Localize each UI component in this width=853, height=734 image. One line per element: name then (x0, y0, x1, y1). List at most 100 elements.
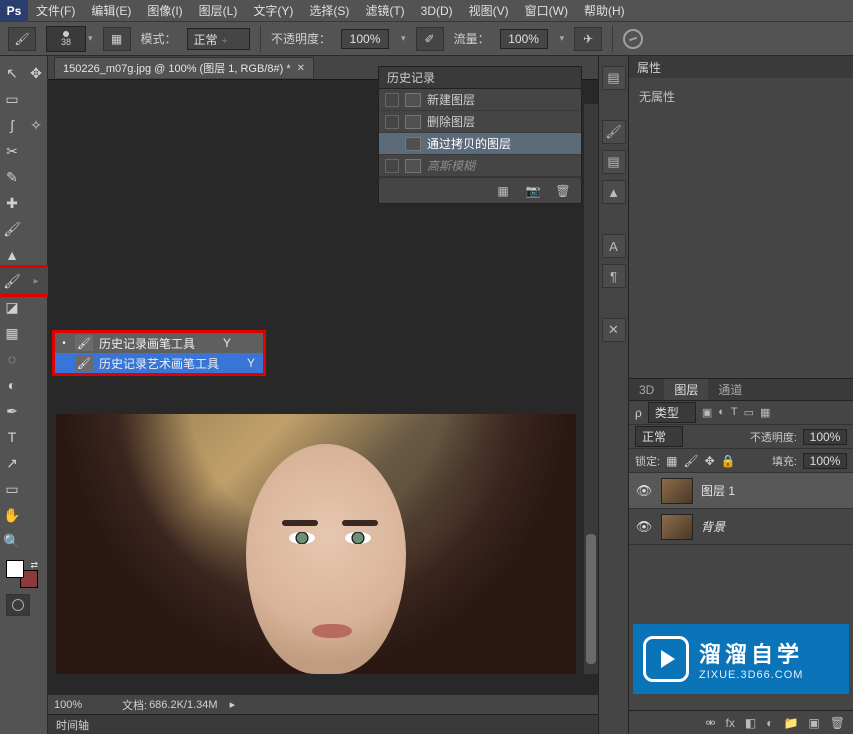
history-source-checkbox[interactable] (385, 159, 399, 173)
type-tool[interactable]: T (0, 424, 24, 450)
history-item[interactable]: 高斯模糊 (379, 155, 581, 177)
zoom-tool[interactable]: 🔍 (0, 528, 24, 554)
group-icon[interactable]: 📁 (783, 716, 798, 730)
pressure-opacity-icon[interactable]: ✐ (416, 27, 444, 51)
pen-tool[interactable]: ✒ (0, 398, 24, 424)
move-tool[interactable]: ↖ (0, 60, 24, 86)
marquee-tool[interactable]: ▭ (0, 86, 24, 112)
filter-adjust-icon[interactable]: ◐ (718, 406, 725, 419)
properties-tab[interactable]: 属性 (629, 56, 853, 78)
flyout-item-history-brush[interactable]: • 🖌 历史记录画笔工具 Y (55, 333, 263, 353)
lock-all-icon[interactable]: 🔒 (721, 454, 736, 468)
menu-view[interactable]: 视图(V) (461, 0, 517, 22)
history-brush-tool[interactable]: 🖌 (0, 268, 24, 294)
lock-brush-icon[interactable]: 🖌 (683, 454, 698, 468)
flyout-item-art-history-brush[interactable]: 🖌 历史记录艺术画笔工具 Y (55, 353, 263, 373)
timeline-panel[interactable]: 时间轴 (48, 714, 598, 734)
mask-icon[interactable]: ◧ (745, 716, 756, 730)
menu-3d[interactable]: 3D(D) (413, 0, 461, 22)
brushpresets-dock-icon[interactable]: ▤ (602, 150, 626, 174)
menu-image[interactable]: 图像(I) (139, 0, 190, 22)
shape-tool[interactable]: ▭ (0, 476, 24, 502)
lasso-tool[interactable]: ʃ (0, 112, 24, 138)
brush-preset[interactable]: 38 ▾ (46, 26, 93, 52)
artboard-tool[interactable]: ✥ (24, 60, 48, 86)
eyedropper-tool[interactable]: ✎ (0, 164, 24, 190)
layer-item[interactable]: 👁 图层 1 (629, 473, 853, 509)
delete-state-icon[interactable]: 🗑 (555, 184, 571, 198)
mode-select[interactable]: 正常 ÷ (187, 28, 250, 50)
foreground-color[interactable] (6, 560, 24, 578)
tool-preset-icon[interactable]: 🖌 (8, 27, 36, 51)
stamp-tool[interactable]: ▲ (0, 242, 24, 268)
zoom-value[interactable]: 100% (54, 699, 110, 711)
menu-file[interactable]: 文件(F) (28, 0, 83, 22)
swap-colors-icon[interactable]: ⇄ (30, 560, 38, 571)
menu-help[interactable]: 帮助(H) (576, 0, 633, 22)
close-tab-icon[interactable]: ✕ (297, 63, 305, 74)
filter-smart-icon[interactable]: ▦ (760, 406, 770, 419)
wand-tool[interactable]: ✧ (24, 112, 48, 138)
brush-dock-icon[interactable]: 🖌 (602, 120, 626, 144)
menu-select[interactable]: 选择(S) (301, 0, 357, 22)
history-source-checkbox[interactable] (385, 115, 399, 129)
menu-filter[interactable]: 滤镜(T) (357, 0, 412, 22)
history-item[interactable]: 新建图层 (379, 89, 581, 111)
delete-layer-icon[interactable]: 🗑 (830, 716, 845, 730)
link-layers-icon[interactable]: ⚮ (705, 716, 715, 730)
path-tool[interactable]: ↗ (0, 450, 24, 476)
layer-opacity-input[interactable]: 100% (803, 429, 847, 445)
layer-item[interactable]: 👁 背景 (629, 509, 853, 545)
healing-tool[interactable]: ✚ (0, 190, 24, 216)
brush-panel-toggle-icon[interactable]: ▦ (103, 27, 131, 51)
quick-mask-toggle[interactable] (6, 594, 30, 616)
lock-pixels-icon[interactable]: ▦ (666, 454, 677, 468)
tab-channels[interactable]: 通道 (708, 379, 752, 400)
fill-input[interactable]: 100% (803, 453, 847, 469)
layer-thumbnail[interactable] (661, 478, 693, 504)
visibility-eye-icon[interactable]: 👁 (635, 519, 653, 535)
menu-layer[interactable]: 图层(L) (191, 0, 246, 22)
gradient-tool[interactable]: ▦ (0, 320, 24, 346)
dodge-tool[interactable]: ◐ (0, 372, 24, 398)
menu-window[interactable]: 窗口(W) (517, 0, 576, 22)
new-layer-icon[interactable]: ▣ (808, 716, 819, 730)
crop-tool[interactable]: ✂ (0, 138, 24, 164)
filter-type-icon[interactable]: T (731, 406, 738, 419)
adjustment-layer-icon[interactable]: ◐ (766, 716, 773, 730)
history-state-icon[interactable] (623, 29, 643, 49)
history-item[interactable]: 通过拷贝的图层 (379, 133, 581, 155)
paragraph-dock-icon[interactable]: ¶ (602, 264, 626, 288)
opacity-input[interactable]: 100% (341, 29, 389, 49)
filter-image-icon[interactable]: ▣ (702, 406, 712, 419)
history-source-checkbox[interactable] (385, 137, 399, 151)
layer-filter-select[interactable]: 类型 (648, 402, 696, 423)
visibility-eye-icon[interactable]: 👁 (635, 483, 653, 499)
status-menu-icon[interactable]: ▸ (230, 698, 236, 711)
chevron-down-icon[interactable]: ▾ (560, 33, 565, 44)
adjustments-dock-icon[interactable]: ▤ (602, 66, 626, 90)
clone-dock-icon[interactable]: ▲ (602, 180, 626, 204)
tab-layers[interactable]: 图层 (664, 379, 708, 400)
scroll-thumb[interactable] (586, 534, 596, 664)
tools-dock-icon[interactable]: ✕ (602, 318, 626, 342)
eraser-tool[interactable]: ◪ (0, 294, 24, 320)
flow-input[interactable]: 100% (500, 29, 548, 49)
filter-shape-icon[interactable]: ▭ (744, 406, 754, 419)
tab-3d[interactable]: 3D (629, 379, 664, 400)
history-source-checkbox[interactable] (385, 93, 399, 107)
new-document-from-state-icon[interactable]: ▦ (495, 184, 511, 198)
chevron-down-icon[interactable]: ▾ (401, 33, 406, 44)
layer-thumbnail[interactable] (661, 514, 693, 540)
color-swatch[interactable]: ⇄ (6, 560, 38, 588)
brush-tool[interactable]: 🖌 (0, 216, 24, 242)
history-item[interactable]: 删除图层 (379, 111, 581, 133)
lock-move-icon[interactable]: ✥ (705, 454, 715, 468)
airbrush-icon[interactable]: ✈ (574, 27, 602, 51)
fx-icon[interactable]: fx (726, 716, 735, 730)
hand-tool[interactable]: ✋ (0, 502, 24, 528)
menu-edit[interactable]: 编辑(E) (83, 0, 139, 22)
layer-name[interactable]: 背景 (701, 518, 725, 535)
blur-tool[interactable]: ◌ (0, 346, 24, 372)
snapshot-icon[interactable]: 📷 (525, 184, 541, 198)
